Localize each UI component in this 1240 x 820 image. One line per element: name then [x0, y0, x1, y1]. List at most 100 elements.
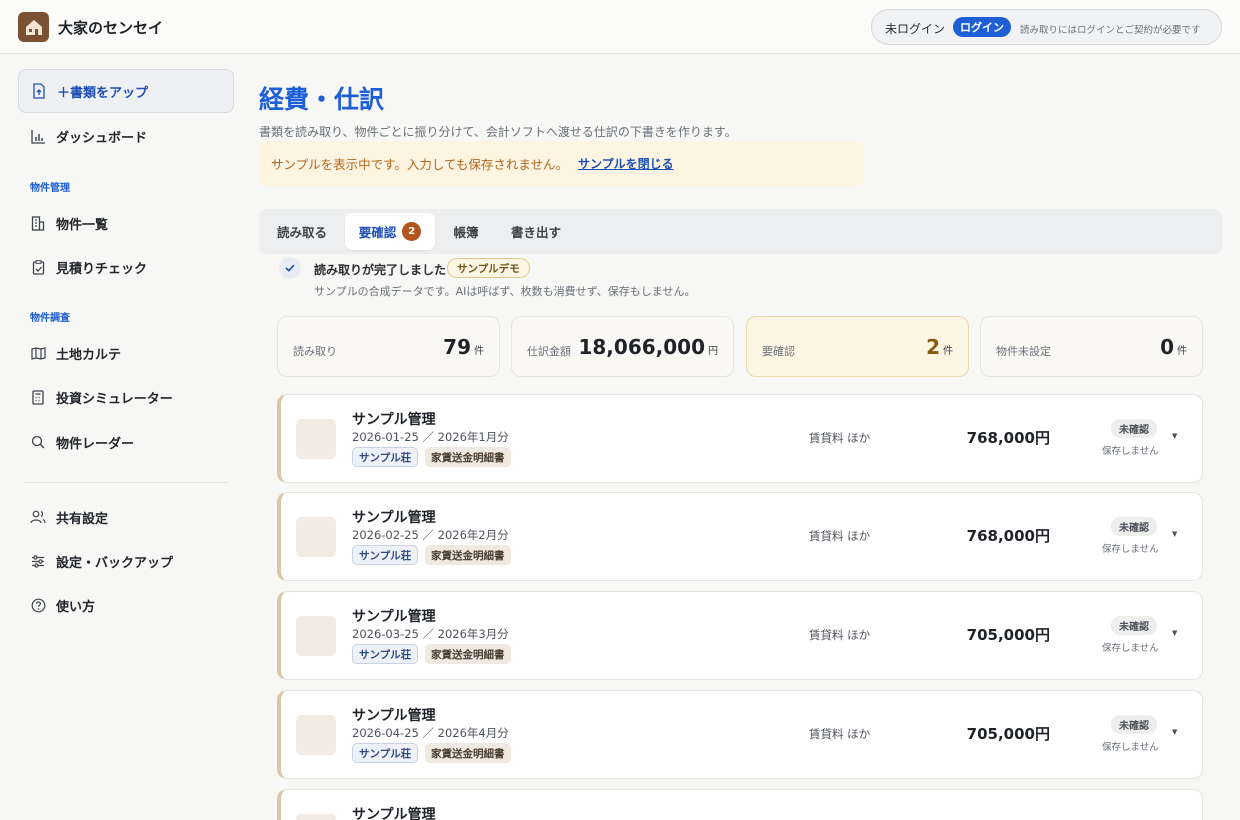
- card-amount: 768,000円: [966, 429, 1050, 447]
- card-date: 2026-02-25 ／ 2026年2月分: [352, 528, 509, 542]
- card-amount: 705,000円: [966, 725, 1050, 743]
- sidebar-item-property-list[interactable]: 物件一覧: [18, 201, 234, 245]
- document-thumbnail: [296, 715, 336, 755]
- login-status: 未ログイン: [885, 22, 946, 36]
- chevron-down-icon[interactable]: ▼: [1172, 432, 1177, 440]
- card-category: 賃貸料 ほか: [809, 727, 871, 741]
- sidebar: ＋書類をアップ ダッシュボード 物件管理 物件一覧 見積りチェック 物件調査 土…: [0, 55, 248, 820]
- card-title: サンプル管理: [352, 609, 436, 625]
- sidebar-item-how-to[interactable]: 使い方: [18, 583, 234, 627]
- card-amount: 768,000円: [966, 527, 1050, 545]
- tab-label: 帳簿: [453, 225, 479, 240]
- chevron-down-icon[interactable]: ▼: [1172, 530, 1177, 538]
- stat-journal-amount: 仕訳金額 18,066,000 円: [511, 316, 734, 377]
- save-note: 保存しません: [1102, 643, 1159, 654]
- property-tag: サンプル荘: [352, 545, 419, 565]
- stat-label: 物件未設定: [996, 345, 1051, 358]
- clipboard-check-icon: [30, 259, 46, 275]
- tab-export[interactable]: 書き出す: [497, 213, 575, 250]
- search-icon: [30, 434, 46, 450]
- login-button[interactable]: ログイン: [953, 17, 1011, 37]
- status-badge: 未確認: [1111, 419, 1157, 438]
- save-note: 保存しません: [1102, 446, 1159, 457]
- card-category: 賃貸料 ほか: [809, 628, 871, 642]
- sidebar-item-label: 使い方: [56, 599, 96, 615]
- sidebar-item-label: 設定・バックアップ: [56, 555, 174, 571]
- upload-document-button[interactable]: ＋書類をアップ: [18, 69, 234, 113]
- stat-unit: 件: [1177, 346, 1187, 357]
- tab-read[interactable]: 読み取る: [263, 213, 341, 250]
- document-card[interactable]: サンプル管理: [277, 789, 1203, 820]
- login-pill: 未ログイン ログイン 読み取りにはログインとご契約が必要です: [871, 9, 1222, 45]
- property-tag: サンプル荘: [352, 743, 419, 763]
- stat-label: 読み取り: [293, 345, 337, 358]
- help-circle-icon: [30, 597, 46, 613]
- sidebar-item-property-radar[interactable]: 物件レーダー: [18, 420, 234, 464]
- stat-value: 79: [443, 335, 471, 359]
- card-amount: 705,000円: [966, 626, 1050, 644]
- page-title: 経費・仕訳: [259, 85, 385, 114]
- close-sample-link[interactable]: サンプルを閉じる: [578, 155, 674, 172]
- stat-unit: 件: [474, 346, 484, 357]
- sidebar-item-label: 共有設定: [56, 511, 109, 527]
- stat-value: 18,066,000: [578, 335, 705, 359]
- stat-unit: 円: [708, 346, 718, 357]
- document-type-tag: 家賃送金明細書: [425, 743, 511, 763]
- stat-value: 0: [1160, 335, 1174, 359]
- document-type-tag: 家賃送金明細書: [425, 447, 511, 467]
- card-title: サンプル管理: [352, 807, 436, 820]
- banner-text: サンプルを表示中です。入力しても保存されません。: [271, 157, 569, 172]
- tab-label: 要確認: [358, 225, 397, 240]
- done-title: 読み取りが完了しました: [314, 263, 447, 277]
- sidebar-item-label: 見積りチェック: [56, 261, 148, 277]
- building-icon: [30, 215, 46, 231]
- tab-needs-review[interactable]: 要確認 2: [345, 213, 435, 250]
- document-thumbnail: [296, 517, 336, 557]
- login-note: 読み取りにはログインとご契約が必要です: [1020, 25, 1201, 36]
- card-category: 賃貸料 ほか: [809, 431, 871, 445]
- app-name: 大家のセンセイ: [58, 19, 164, 37]
- sidebar-item-settings-backup[interactable]: 設定・バックアップ: [18, 539, 234, 583]
- stat-unassigned: 物件未設定 0件: [980, 316, 1203, 377]
- status-badge: 未確認: [1111, 715, 1157, 734]
- sidebar-item-label: 物件一覧: [56, 217, 109, 233]
- save-note: 保存しません: [1102, 742, 1159, 753]
- done-subtitle: サンプルの合成データです。AIは呼ばず、枚数も消費せず、保存もしません。: [314, 285, 696, 298]
- sidebar-item-share-settings[interactable]: 共有設定: [18, 495, 234, 539]
- tab-label: 書き出す: [510, 225, 561, 240]
- document-thumbnail: [296, 814, 336, 820]
- tab-bar: 読み取る 要確認 2 帳簿 書き出す: [259, 209, 1222, 254]
- sidebar-item-dashboard[interactable]: ダッシュボード: [18, 114, 234, 158]
- card-title: サンプル管理: [352, 708, 436, 724]
- chevron-down-icon[interactable]: ▼: [1172, 728, 1177, 736]
- stat-read-count: 読み取り 79 件: [277, 316, 500, 377]
- property-tag: サンプル荘: [352, 644, 419, 664]
- page-description: 書類を読み取り、物件ごとに振り分けて、会計ソフトへ渡せる仕訳の下書きを作ります。: [259, 125, 737, 139]
- calculator-icon: [30, 389, 46, 405]
- document-thumbnail: [296, 419, 336, 459]
- property-tag: サンプル荘: [352, 447, 419, 467]
- card-category: 賃貸料 ほか: [809, 529, 871, 543]
- document-card[interactable]: サンプル管理 2026-01-25 ／ 2026年1月分 サンプル荘 家賃送金明…: [277, 394, 1203, 483]
- review-count-badge: 2: [402, 222, 422, 241]
- users-icon: [30, 509, 46, 525]
- sidebar-divider: [24, 482, 228, 483]
- document-card[interactable]: サンプル管理 2026-03-25 ／ 2026年3月分 サンプル荘 家賃送金明…: [277, 591, 1203, 680]
- tab-ledger[interactable]: 帳簿: [439, 213, 493, 250]
- card-title: サンプル管理: [352, 510, 436, 526]
- sidebar-item-estimate-check[interactable]: 見積りチェック: [18, 245, 234, 289]
- sample-banner: サンプルを表示中です。入力しても保存されません。 サンプルを閉じる: [259, 141, 863, 186]
- document-type-tag: 家賃送金明細書: [425, 545, 511, 565]
- tab-label: 読み取る: [276, 225, 327, 240]
- document-card[interactable]: サンプル管理 2026-04-25 ／ 2026年4月分 サンプル荘 家賃送金明…: [277, 690, 1203, 779]
- sample-demo-badge: サンプルデモ: [447, 258, 530, 278]
- sliders-icon: [30, 553, 46, 569]
- card-title: サンプル管理: [352, 412, 436, 428]
- sidebar-item-invest-simulator[interactable]: 投資シミュレーター: [18, 375, 234, 419]
- check-icon: [279, 257, 301, 279]
- house-logo-icon[interactable]: [18, 12, 49, 42]
- chevron-down-icon[interactable]: ▼: [1172, 629, 1177, 637]
- document-card[interactable]: サンプル管理 2026-02-25 ／ 2026年2月分 サンプル荘 家賃送金明…: [277, 492, 1203, 581]
- card-date: 2026-01-25 ／ 2026年1月分: [352, 430, 509, 444]
- sidebar-item-land-karte[interactable]: 土地カルテ: [18, 331, 234, 375]
